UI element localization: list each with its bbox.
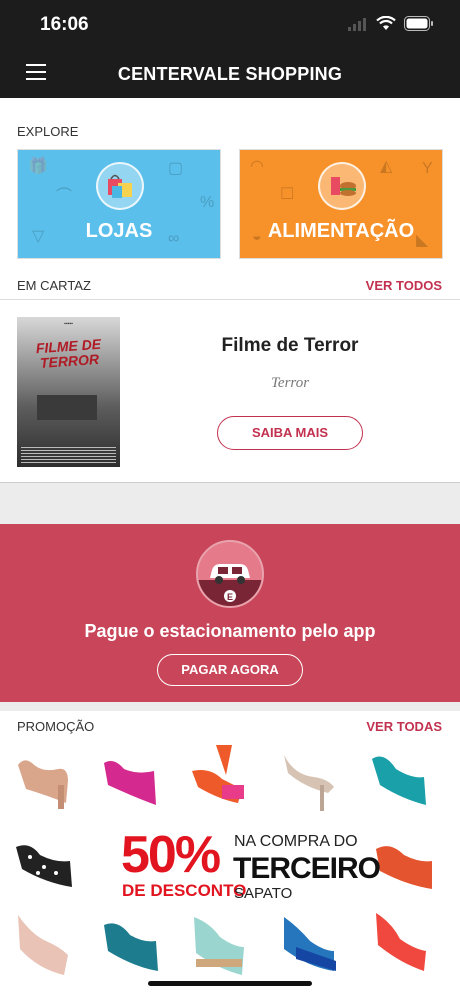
top-nav-bar: CENTERVALE SHOPPING <box>0 50 460 98</box>
status-bar: 16:06 <box>0 0 460 50</box>
lojas-tile[interactable]: 🎁 ⌒ ▢ % ▽ ∞ LOJAS <box>17 149 221 259</box>
shoe-image <box>16 845 72 887</box>
status-time: 16:06 <box>40 14 89 35</box>
explore-section: EXPLORE 🎁 ⌒ ▢ % ▽ ∞ LOJAS ◠ ☐ ◭ Y ◣ ◒ AL… <box>0 98 460 276</box>
svg-text:E: E <box>227 592 233 602</box>
home-indicator[interactable] <box>148 981 312 986</box>
ver-todas-link[interactable]: VER TODAS <box>366 719 442 734</box>
shopping-bags-icon <box>96 162 144 210</box>
promo-desconto: DE DESCONTO <box>122 881 247 900</box>
em-cartaz-label: EM CARTAZ <box>17 278 91 293</box>
em-cartaz-header: EM CARTAZ VER TODOS <box>0 270 460 300</box>
shoe-image <box>18 915 68 975</box>
parking-text: Pague o estacionamento pelo app <box>84 621 376 641</box>
promo-line3: SAPATO <box>234 885 293 902</box>
alimentacao-label: ALIMENTAÇÃO <box>267 220 415 242</box>
gift-icon: 🎁 <box>28 158 48 175</box>
wifi-icon <box>376 16 396 30</box>
app-title: CENTERVALE SHOPPING <box>117 64 343 84</box>
cup-icon: ☐ <box>280 186 295 203</box>
poster-house-image <box>37 395 97 420</box>
shoe-image <box>372 756 426 805</box>
alimentacao-tile[interactable]: ◠ ☐ ◭ Y ◣ ◒ ALIMENTAÇÃO <box>239 149 443 259</box>
car-parking-icon: E <box>196 540 264 608</box>
explore-header: EXPLORE <box>0 116 460 146</box>
promo-banner[interactable]: 50% DE DESCONTO NA COMPRA DO TERCEIRO SA… <box>0 741 460 996</box>
poster-tagline: ▪▪▪▪▪ <box>64 321 73 327</box>
shoe-image <box>284 917 336 971</box>
movie-card[interactable]: ▪▪▪▪▪ FILME DE TERROR Filme de Terror Te… <box>0 299 460 483</box>
parking-banner: E Pague o estacionamento pelo app PAGAR … <box>0 524 460 702</box>
shoe-image <box>104 761 156 805</box>
movie-title: Filme de Terror <box>221 335 359 356</box>
promo-line1: NA COMPRA DO <box>234 833 358 850</box>
explore-label: EXPLORE <box>17 124 79 139</box>
promo-percent: 50% <box>121 826 221 884</box>
shoe-image <box>376 913 426 971</box>
battery-icon <box>404 16 433 31</box>
shoe-image <box>192 745 244 803</box>
status-icons <box>348 16 434 31</box>
promo-line2: TERCEIRO <box>233 852 381 885</box>
pizza-icon: ◭ <box>380 158 393 175</box>
food-icon <box>318 162 366 210</box>
bag-icon: ▢ <box>168 160 184 177</box>
movie-poster[interactable]: ▪▪▪▪▪ FILME DE TERROR <box>17 317 120 467</box>
shoe-image <box>376 846 432 889</box>
percent-icon: % <box>200 194 215 211</box>
poster-title: FILME DE TERROR <box>35 335 102 372</box>
saiba-mais-button[interactable]: SAIBA MAIS <box>217 416 363 450</box>
shoe-image <box>194 917 244 975</box>
pagar-agora-button[interactable]: PAGAR AGORA <box>157 654 303 686</box>
cocktail-icon: Y <box>422 160 433 177</box>
ver-todos-link[interactable]: VER TODOS <box>366 278 442 293</box>
lojas-label: LOJAS <box>85 220 153 242</box>
cake-icon: ◠ <box>250 158 264 175</box>
shoe-image <box>18 760 68 809</box>
promocao-header: PROMOÇÃO VER TODAS <box>0 711 460 741</box>
shoe-image <box>284 755 334 811</box>
cellular-signal-icon <box>348 17 366 31</box>
shoe-image <box>104 923 158 971</box>
movie-genre: Terror <box>270 375 310 391</box>
hanger-icon: ⌒ <box>56 188 73 205</box>
promocao-label: PROMOÇÃO <box>17 719 95 734</box>
poster-credits <box>21 447 116 463</box>
